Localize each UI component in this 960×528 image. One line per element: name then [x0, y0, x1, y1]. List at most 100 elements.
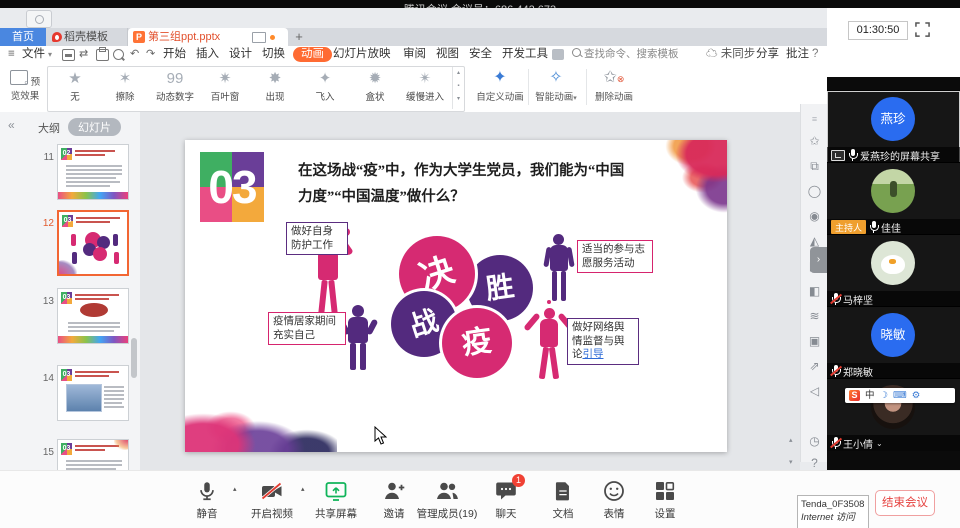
mute-button[interactable]: 静音: [185, 479, 229, 521]
callout-volunteer[interactable]: 适当的参与志愿服务活动: [577, 240, 653, 273]
menu-file[interactable]: 文件: [22, 46, 45, 63]
slide-layout-icon[interactable]: ⧉: [801, 159, 828, 174]
ime-mode-icon[interactable]: 中: [865, 388, 875, 403]
video-options-caret-icon[interactable]: ▴: [301, 485, 305, 493]
gallery-scroll[interactable]: ▴ ▪ ▾: [452, 67, 464, 109]
callout-online-opinion[interactable]: 做好网络舆情监督与舆论引导: [567, 318, 639, 365]
picture-icon[interactable]: ▣: [801, 334, 828, 348]
anim-dynamic-number[interactable]: 99动态数字: [150, 69, 200, 109]
hyperlink-yindao[interactable]: 引导: [583, 349, 604, 360]
circle-yi[interactable]: 疫: [442, 308, 512, 378]
sound-icon[interactable]: ◁: [801, 384, 828, 398]
help-icon[interactable]: ?: [812, 46, 818, 63]
animation-pane-icon[interactable]: ✩: [801, 134, 828, 148]
menu-start[interactable]: 开始: [163, 46, 186, 63]
collapse-panel-icon[interactable]: «: [8, 118, 15, 132]
slide-thumbnail-11[interactable]: 02: [57, 144, 129, 200]
start-video-button[interactable]: 开启视频: [244, 479, 300, 521]
participant-tile-4[interactable]: 晓敏 郑晓敏: [827, 306, 960, 379]
print-preview-icon[interactable]: [113, 49, 124, 60]
end-meeting-button[interactable]: 结束会议: [875, 490, 935, 516]
menu-transition[interactable]: 切换: [262, 46, 285, 63]
thumbnail-scrollbar[interactable]: [131, 338, 137, 378]
ime-moon-icon[interactable]: ☽: [880, 388, 889, 403]
menu-animation-active[interactable]: 动画: [293, 47, 332, 62]
anim-wipe[interactable]: ✶擦除: [100, 69, 150, 109]
anim-fly-in[interactable]: ✦飞入: [300, 69, 350, 109]
ime-settings-icon[interactable]: ⚙: [912, 388, 921, 403]
comment-button[interactable]: 批注: [786, 46, 809, 63]
ime-keyboard-icon[interactable]: ⌨: [893, 388, 907, 403]
gallery-scroll-up-icon[interactable]: ▴: [453, 67, 464, 80]
shape-icon[interactable]: ◯: [801, 184, 828, 198]
smartart-icon[interactable]: ◭: [801, 234, 828, 248]
tab-home[interactable]: 首页: [0, 28, 46, 46]
command-search[interactable]: 查找命令、搜索模板: [572, 47, 702, 62]
tab-slides[interactable]: 幻灯片: [68, 118, 121, 136]
share-screen-button[interactable]: 共享屏幕: [312, 479, 360, 521]
anim-slow-enter[interactable]: ✴缓慢进入: [400, 69, 450, 109]
menu-view[interactable]: 视图: [436, 46, 459, 63]
participant-tile-2[interactable]: 主持人 佳佳: [827, 162, 960, 235]
ime-logo-icon[interactable]: S: [849, 390, 860, 401]
menu-insert[interactable]: 插入: [196, 46, 219, 63]
meeting-titlebar[interactable]: 腾讯会议 会议号：686 442 673: [0, 0, 960, 8]
ribbon-extra-tool-icon[interactable]: [552, 49, 564, 60]
anim-appear[interactable]: ✸出现: [250, 69, 300, 109]
history-icon[interactable]: ◷: [801, 434, 828, 448]
prev-slide-arrow-icon[interactable]: ▴: [789, 436, 793, 444]
settings-button[interactable]: 设置: [641, 479, 689, 521]
emoji-button[interactable]: 表情: [590, 479, 638, 521]
docs-button[interactable]: 文档: [539, 479, 587, 521]
preview-effect-button[interactable]: 预览效果: [6, 68, 44, 108]
window-menu-icon[interactable]: [26, 10, 52, 28]
slide-canvas[interactable]: 03 在这场战“疫”中，作为大学生党员，我们能为“中国力度”“中国温度”做什么？…: [185, 140, 727, 452]
delete-animation-button[interactable]: ✩⊗删除动画: [588, 67, 640, 107]
participant-tile-1[interactable]: 燕珍 爱燕珍的屏幕共享: [827, 90, 960, 163]
export-icon[interactable]: ⇗: [801, 359, 828, 373]
slide-thumbnail-13[interactable]: 03: [57, 288, 129, 344]
output-icon[interactable]: ⇄: [79, 46, 88, 63]
chart-icon[interactable]: ◧: [801, 284, 828, 298]
ime-toolbar[interactable]: S 中 ☽ ⌨ ⚙: [845, 388, 955, 403]
menu-security[interactable]: 安全: [469, 46, 492, 63]
custom-animation-button[interactable]: ✦自定义动画: [474, 67, 526, 107]
sync-status[interactable]: ☁ 未同步: [706, 46, 755, 63]
chevron-down-icon[interactable]: ⌄: [876, 439, 883, 448]
manage-members-button[interactable]: 管理成员(19): [405, 479, 489, 521]
redo-icon[interactable]: ↷: [146, 46, 155, 63]
slide-thumbnail-14[interactable]: 03: [57, 365, 129, 421]
drag-handle-icon[interactable]: ≡: [801, 114, 828, 124]
gallery-scroll-mid-icon[interactable]: ▪: [453, 80, 464, 93]
menu-slideshow[interactable]: 幻灯片放映: [333, 46, 391, 63]
slide-thumbnail-12-selected[interactable]: 03: [57, 210, 129, 276]
smart-animation-button[interactable]: ✧智能动画▾: [530, 67, 582, 107]
menu-design[interactable]: 设计: [229, 46, 252, 63]
slide-thumbnail-15[interactable]: 03: [57, 439, 129, 470]
anim-box[interactable]: ✹盒状: [350, 69, 400, 109]
menu-devtools[interactable]: 开发工具: [502, 46, 548, 63]
chat-button[interactable]: 聊天 1: [482, 479, 530, 521]
next-slide-arrow-icon[interactable]: ▾: [789, 458, 793, 466]
participant-tile-3[interactable]: 马梓坚: [827, 234, 960, 307]
gallery-scroll-down-icon[interactable]: ▾: [453, 93, 464, 106]
mute-options-caret-icon[interactable]: ▴: [233, 485, 237, 493]
share-button[interactable]: 分享: [756, 46, 779, 63]
save-icon[interactable]: [62, 49, 75, 61]
callout-home-enrich[interactable]: 疫情居家期间充实自己: [268, 312, 346, 345]
callout-self-protection[interactable]: 做好自身防护工作: [286, 222, 348, 255]
resource-icon[interactable]: ◉: [801, 209, 828, 223]
new-tab-button[interactable]: +: [290, 28, 308, 46]
anim-none[interactable]: ★无: [50, 69, 100, 109]
tab-outline[interactable]: 大纲: [38, 120, 60, 136]
panel-collapse-handle[interactable]: ›: [810, 247, 827, 273]
properties-icon[interactable]: ≋: [801, 309, 828, 323]
anim-blinds[interactable]: ✷百叶窗: [200, 69, 250, 109]
print-icon[interactable]: [96, 49, 109, 61]
hamburger-icon[interactable]: ≡: [8, 46, 15, 63]
undo-icon[interactable]: ↶: [130, 46, 139, 63]
slide-title[interactable]: 在这场战“疫”中，作为大学生党员，我们能为“中国力度”“中国温度”做什么？: [298, 158, 634, 210]
help-circle-icon[interactable]: ?: [801, 456, 828, 470]
fullscreen-icon[interactable]: [915, 22, 930, 37]
section-number-logo[interactable]: 03: [200, 152, 264, 222]
